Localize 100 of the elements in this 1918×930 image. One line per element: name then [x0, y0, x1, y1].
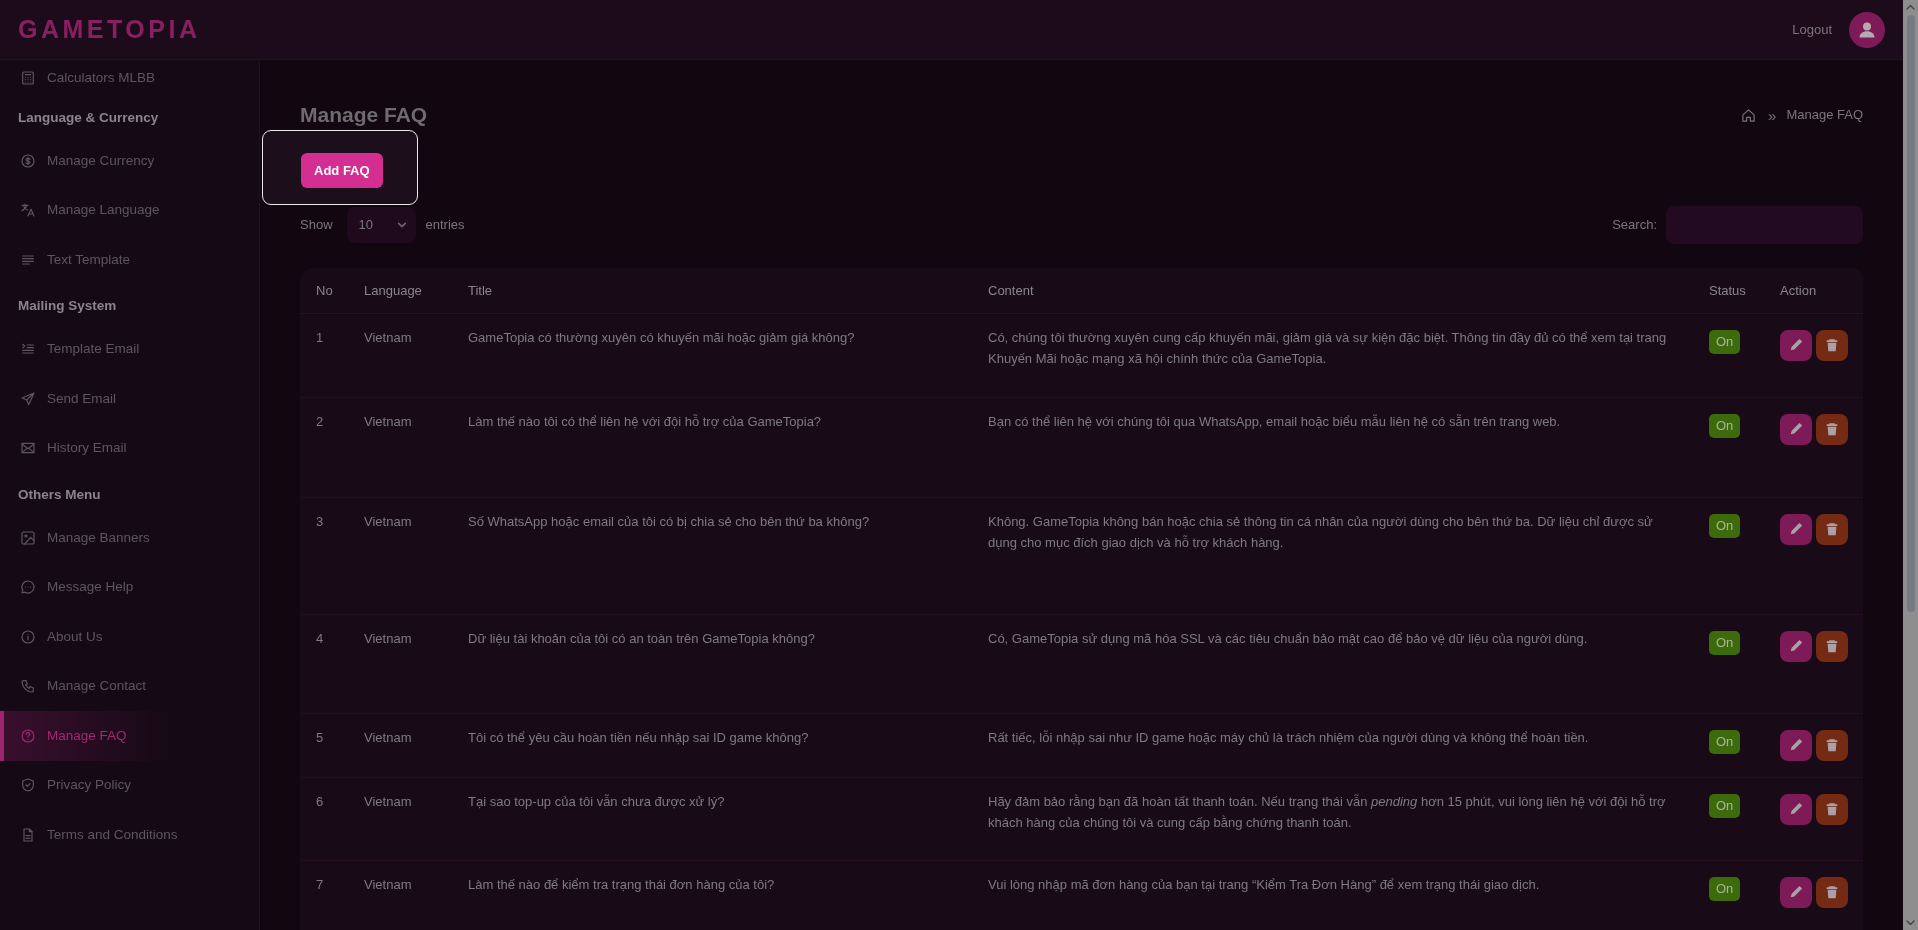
edit-button[interactable]: [1780, 793, 1812, 825]
status-badge: On: [1709, 329, 1741, 354]
breadcrumb-current: Manage FAQ: [1786, 106, 1863, 125]
scrollbar-thumb[interactable]: [1906, 15, 1915, 612]
delete-button[interactable]: [1816, 630, 1848, 662]
table-cell: Số WhatsApp hoặc email của tôi có bị chia sẻ cho bên thứ ba không?: [452, 497, 972, 614]
column-header: Title: [452, 268, 972, 313]
trash-icon: [1825, 885, 1839, 899]
table-cell: GameTopia có thường xuyên có khuyến mãi hoặc giảm giá không?: [452, 313, 972, 397]
delete-button[interactable]: [1816, 329, 1848, 361]
status-badge: On: [1709, 413, 1741, 438]
shield-check-icon: [20, 777, 36, 794]
sidebar-item[interactable]: Terms and Conditions: [0, 810, 259, 860]
dollar-circle-icon: [20, 152, 36, 169]
column-header: Status: [1693, 268, 1764, 313]
trash-icon: [1825, 639, 1839, 653]
table-cell: Có, GameTopia sử dụng mã hóa SSL và các tiêu chuẩn bảo mật cao để bảo vệ dữ liệu của người dùng.: [972, 614, 1693, 713]
pencil-icon: [1789, 738, 1803, 752]
page-title: Manage FAQ: [300, 102, 428, 128]
delete-button[interactable]: [1816, 513, 1848, 545]
breadcrumb-separator: »: [1768, 107, 1777, 123]
table-cell: 3: [300, 497, 348, 614]
edit-button[interactable]: [1780, 413, 1812, 445]
table-cell: Dữ liệu tài khoản của tôi có an toàn trên GameTopia không?: [452, 614, 972, 713]
column-header: No: [300, 268, 348, 313]
column-header: Content: [972, 268, 1693, 313]
edit-button[interactable]: [1780, 729, 1812, 761]
table-cell: Làm thế nào để kiểm tra trạng thái đơn hàng của tôi?: [452, 860, 972, 930]
column-header: Action: [1764, 268, 1863, 313]
table-cell: Vui lòng nhập mã đơn hàng của bạn tại trang “Kiểm Tra Đơn Hàng” để xem trạng thái giao dịch.: [972, 860, 1693, 930]
phone-icon: [20, 678, 36, 695]
edit-button[interactable]: [1780, 630, 1812, 662]
sidebar-item[interactable]: Text Template: [0, 235, 259, 285]
column-header: Language: [348, 268, 452, 313]
add-faq-button[interactable]: Add FAQ: [301, 153, 383, 188]
table-cell: Vietnam: [348, 860, 452, 930]
search-label: Search:: [1612, 216, 1657, 235]
table-cell: Vietnam: [348, 497, 452, 614]
table-cell: Hãy đảm bảo rằng bạn đã hoàn tất thanh toán. Nếu trạng thái vẫn pending hơn 15 phút, vui lòng liên hệ với đội hỗ trợ khách hàng của chúng tôi và cung cấp bằng chứng thanh toán.: [972, 777, 1693, 860]
pencil-icon: [1789, 422, 1803, 436]
document-icon: [20, 826, 36, 843]
delete-button[interactable]: [1816, 876, 1848, 908]
status-badge: On: [1709, 630, 1741, 655]
pencil-icon: [1789, 885, 1803, 899]
status-badge: On: [1709, 513, 1741, 538]
trash-icon: [1825, 338, 1839, 352]
delete-button[interactable]: [1816, 413, 1848, 445]
logout-link[interactable]: Logout: [1792, 19, 1832, 40]
delete-button[interactable]: [1816, 793, 1848, 825]
sidebar-item[interactable]: Message Help: [0, 562, 259, 612]
trash-icon: [1825, 522, 1839, 536]
pencil-icon: [1789, 639, 1803, 653]
edit-button[interactable]: [1780, 329, 1812, 361]
table-cell: Tại sao top-up của tôi vẫn chưa được xử lý?: [452, 777, 972, 860]
sidebar-item[interactable]: Send Email: [0, 374, 259, 424]
trash-icon: [1825, 422, 1839, 436]
scrollbar-track[interactable]: [1903, 0, 1918, 930]
table-cell: 6: [300, 777, 348, 860]
sidebar-item[interactable]: Manage Currency: [0, 136, 259, 186]
sidebar-item[interactable]: Template Email: [0, 324, 259, 374]
paper-plane-icon: [20, 390, 36, 407]
trash-icon: [1825, 738, 1839, 752]
table-cell: Bạn có thể liên hệ với chúng tôi qua WhatsApp, email hoặc biểu mẫu liên hệ có sẵn trên trang web.: [972, 397, 1693, 497]
table-cell: 7: [300, 860, 348, 930]
table-cell: Làm thế nào tôi có thể liên hệ với đội hỗ trợ của GameTopia?: [452, 397, 972, 497]
image-icon: [20, 529, 36, 546]
delete-button[interactable]: [1816, 729, 1848, 761]
table-cell: 4: [300, 614, 348, 713]
sidebar-item[interactable]: Manage Language: [0, 185, 259, 235]
table-cell: Vietnam: [348, 614, 452, 713]
sidebar-heading: Others Menu: [17, 485, 102, 504]
pencil-icon: [1789, 338, 1803, 352]
table-cell: Rất tiếc, lỗi nhập sai như ID game hoặc máy chủ là trách nhiệm của người dùng và không thể hoàn tiền.: [972, 713, 1693, 777]
calculator-icon: [20, 70, 36, 86]
sidebar-item[interactable]: Privacy Policy: [0, 760, 259, 810]
table-cell: 1: [300, 313, 348, 397]
edit-button[interactable]: [1780, 513, 1812, 545]
sidebar-item[interactable]: About Us: [0, 612, 259, 662]
question-circle-icon: [20, 727, 36, 744]
logo[interactable]: GAMETOPIA: [18, 17, 201, 42]
avatar-icon[interactable]: [1849, 11, 1885, 48]
sidebar-item[interactable]: History Email: [0, 423, 259, 473]
trash-icon: [1825, 802, 1839, 816]
sidebar-item[interactable]: Manage Banners: [0, 513, 259, 563]
table-cell: 2: [300, 397, 348, 497]
edit-button[interactable]: [1780, 876, 1812, 908]
sidebar-item[interactable]: Manage Contact: [0, 661, 259, 711]
table-cell: Vietnam: [348, 713, 452, 777]
sidebar-heading: Language & Currency: [17, 108, 160, 127]
table-cell: Có, chúng tôi thường xuyên cung cấp khuyến mãi, giảm giá và sự kiện đặc biệt. Thông tin đầy đủ có thể xem tại trang Khuyến Mãi hoặc mạng xã hội chính thức của GameTopia.: [972, 313, 1693, 397]
sidebar-item[interactable]: Calculators MLBB: [0, 60, 259, 96]
status-badge: On: [1709, 729, 1741, 754]
chevron-down-icon: [396, 220, 407, 230]
entries-select[interactable]: 10: [346, 207, 416, 243]
translate-icon: [20, 202, 36, 219]
status-badge: On: [1709, 793, 1741, 818]
pencil-icon: [1789, 802, 1803, 816]
entries-label: entries: [425, 216, 465, 235]
home-icon[interactable]: [1741, 107, 1757, 123]
sidebar-heading: Mailing System: [17, 297, 118, 316]
